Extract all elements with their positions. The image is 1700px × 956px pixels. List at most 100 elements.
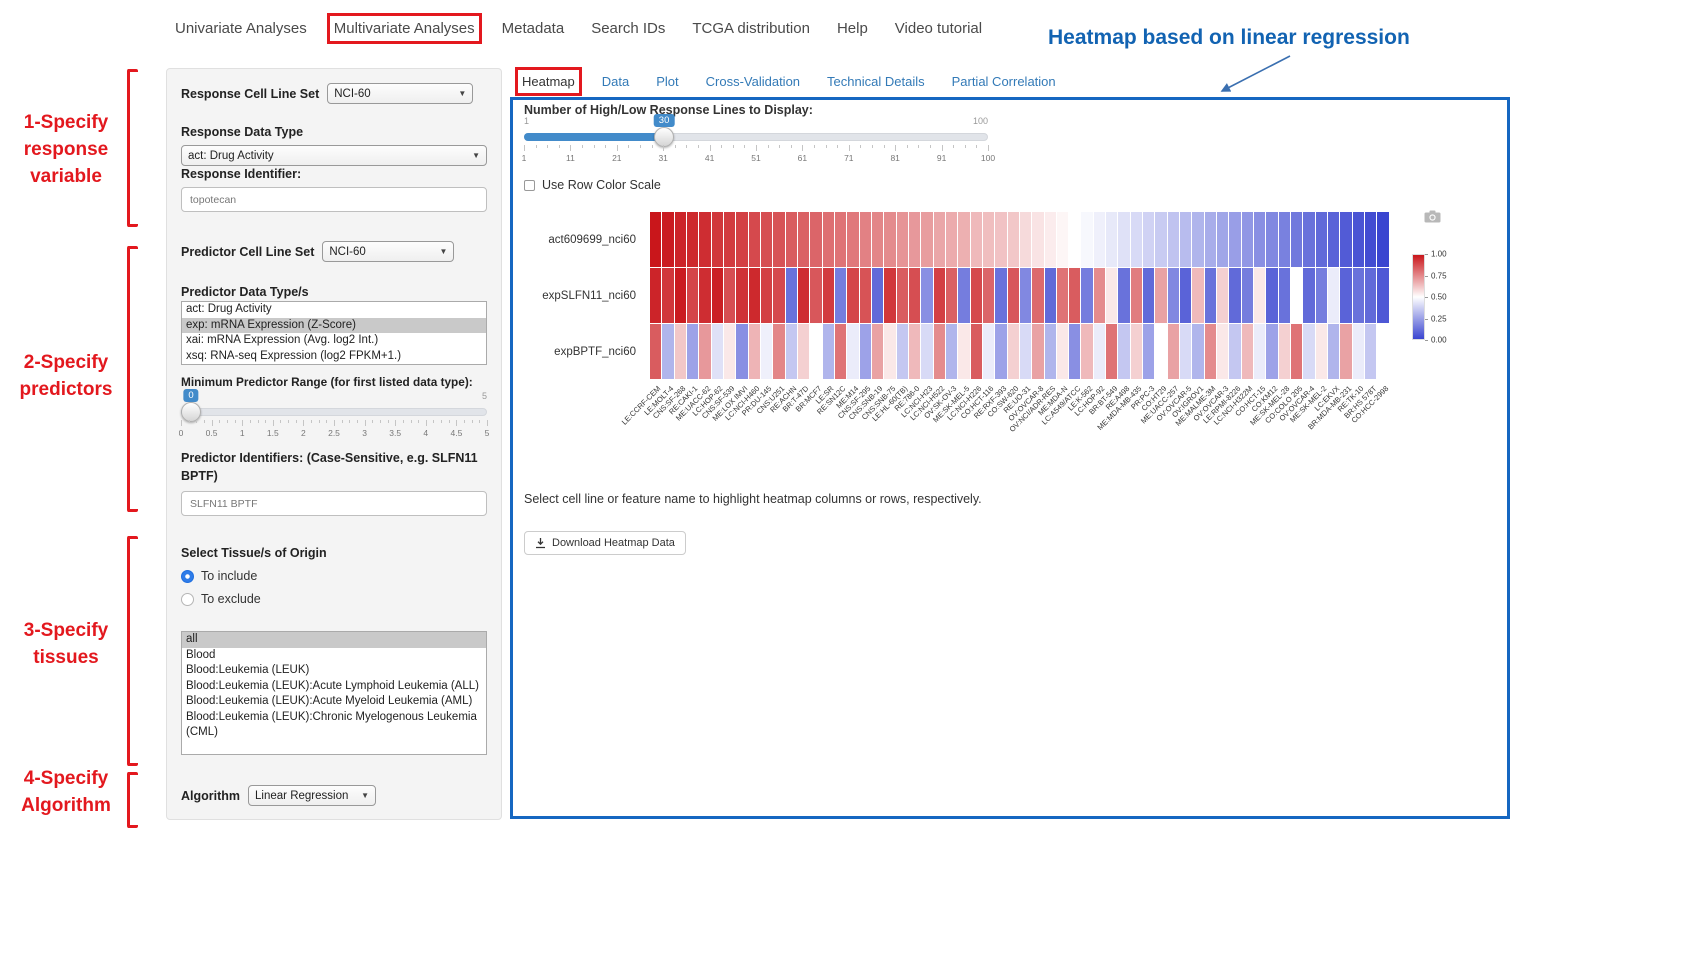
nav-item-tcga-distribution[interactable]: TCGA distribution xyxy=(692,20,810,37)
annotation-arrow xyxy=(1195,50,1305,100)
slider-tick xyxy=(479,420,480,423)
heatmap-cell xyxy=(798,324,809,379)
radio-label: To include xyxy=(201,569,257,583)
predictor-data-type-list[interactable]: act: Drug Activityexp: mRNA Expression (… xyxy=(181,301,487,365)
heatmap-cell xyxy=(736,212,747,267)
heatmap-cell xyxy=(773,212,784,267)
tab-plot[interactable]: Plot xyxy=(656,74,678,89)
algorithm-select[interactable]: Linear Regression ▼ xyxy=(248,785,376,806)
tissue-option[interactable]: all xyxy=(182,632,486,648)
heatmap-cell xyxy=(884,212,895,267)
slider-handle[interactable] xyxy=(654,127,674,147)
slider-tick-label: 4.5 xyxy=(450,428,462,438)
heatmap-row-label[interactable]: expSLFN11_nci60 xyxy=(498,268,644,324)
predictor-identifiers-input[interactable] xyxy=(181,491,487,516)
response-identifier-input[interactable] xyxy=(181,187,487,212)
heatmap-cell xyxy=(1279,268,1290,323)
heatmap-cell xyxy=(971,212,982,267)
heatmap-cell xyxy=(810,324,821,379)
radio-to-include[interactable] xyxy=(181,570,194,583)
slider-tick xyxy=(652,145,653,148)
heatmap-cell xyxy=(971,324,982,379)
response-data-type-select[interactable]: act: Drug Activity ▼ xyxy=(181,145,487,166)
heatmap-cell xyxy=(995,212,1006,267)
slider-tick xyxy=(357,420,358,423)
nav-item-video-tutorial[interactable]: Video tutorial xyxy=(895,20,982,37)
slider-tick xyxy=(219,420,220,423)
heatmap-cell xyxy=(983,268,994,323)
heatmap-cell xyxy=(909,212,920,267)
download-heatmap-data-button[interactable]: Download Heatmap Data xyxy=(524,531,686,555)
predictor-data-type-option[interactable]: xai: mRNA Expression (Avg. log2 Int.) xyxy=(182,333,486,349)
heatmap-cell xyxy=(1131,268,1142,323)
response-cell-line-set-select[interactable]: NCI-60 ▼ xyxy=(327,83,473,104)
predictor-cell-line-set-select[interactable]: NCI-60 ▼ xyxy=(322,241,454,262)
heatmap-cell xyxy=(1229,268,1240,323)
heatmap-cell xyxy=(921,212,932,267)
slider-track[interactable] xyxy=(181,408,487,416)
min-predictor-range-slider[interactable]: 5000.511.522.533.544.55 xyxy=(181,391,487,443)
heatmap-cell xyxy=(736,324,747,379)
heatmap-cell xyxy=(699,268,710,323)
colorbar-tick-label: 1.00 xyxy=(1431,250,1447,259)
nav-item-search-ids[interactable]: Search IDs xyxy=(591,20,665,37)
slider-tick xyxy=(721,145,722,148)
heatmap-cell xyxy=(1155,324,1166,379)
predictor-identifiers-label: Predictor Identifiers: (Case-Sensitive, … xyxy=(181,449,487,485)
predictor-data-type-option[interactable]: act: Drug Activity xyxy=(182,302,486,318)
heatmap-cell xyxy=(946,324,957,379)
slider-tick xyxy=(441,420,442,423)
row-color-scale-checkbox[interactable] xyxy=(524,180,535,191)
heatmap-cell xyxy=(1143,268,1154,323)
slider-tick-label: 81 xyxy=(890,153,899,163)
tissue-option[interactable]: Blood:Leukemia (LEUK) xyxy=(182,663,486,679)
heatmap-cell xyxy=(1353,268,1364,323)
slider-tick xyxy=(907,145,908,148)
camera-icon[interactable] xyxy=(1424,210,1441,228)
slider-handle[interactable] xyxy=(181,402,201,422)
tissue-origin-label: Select Tissue/s of Origin xyxy=(181,546,487,560)
predictor-data-type-option[interactable]: xsq: RNA-seq Expression (log2 FPKM+1.) xyxy=(182,349,486,365)
tab-heatmap[interactable]: Heatmap xyxy=(522,74,575,89)
heatmap-cell xyxy=(934,268,945,323)
heatmap-cell xyxy=(662,268,673,323)
slider-tick xyxy=(280,420,281,423)
heatmap-cell xyxy=(712,324,723,379)
heatmap-cell xyxy=(1168,324,1179,379)
lines-slider[interactable]: 1100301112131415161718191100 xyxy=(524,116,988,168)
slider-tick xyxy=(860,145,861,148)
tab-technical-details[interactable]: Technical Details xyxy=(827,74,925,89)
slider-tick-label: 61 xyxy=(798,153,807,163)
nav-item-help[interactable]: Help xyxy=(837,20,868,37)
heatmap-cell xyxy=(1094,268,1105,323)
heatmap-cell xyxy=(1180,212,1191,267)
heatmap-row-label[interactable]: act609699_nci60 xyxy=(498,212,644,268)
heatmap-cell xyxy=(736,268,747,323)
heatmap-cell xyxy=(934,212,945,267)
nav-item-multivariate-analyses[interactable]: Multivariate Analyses xyxy=(334,20,475,37)
tab-partial-correlation[interactable]: Partial Correlation xyxy=(952,74,1056,89)
tissue-option[interactable]: Blood:Leukemia (LEUK):Acute Myeloid Leuk… xyxy=(182,694,486,710)
colorbar-tick-label: 0.00 xyxy=(1431,336,1447,345)
annotation-step-3: 3-Specify tissues xyxy=(8,618,124,672)
heatmap-row-labels: act609699_nci60expSLFN11_nci60expBPTF_nc… xyxy=(498,212,644,380)
radio-to-exclude[interactable] xyxy=(181,593,194,606)
heatmap-cell xyxy=(761,268,772,323)
slider-tick xyxy=(227,420,228,423)
tissue-option[interactable]: Blood xyxy=(182,648,486,664)
nav-item-metadata[interactable]: Metadata xyxy=(502,20,565,37)
tissue-list[interactable]: allBloodBlood:Leukemia (LEUK)Blood:Leuke… xyxy=(181,631,487,755)
tab-cross-validation[interactable]: Cross-Validation xyxy=(706,74,800,89)
tissue-option[interactable]: Blood:Leukemia (LEUK):Chronic Myelogenou… xyxy=(182,710,486,741)
tab-data[interactable]: Data xyxy=(602,74,629,89)
heatmap-cell xyxy=(1192,324,1203,379)
nav-item-univariate-analyses[interactable]: Univariate Analyses xyxy=(175,20,307,37)
slider-tick xyxy=(426,420,427,426)
heatmap-cell xyxy=(1131,324,1142,379)
heatmap-cell xyxy=(1069,212,1080,267)
heatmap-cell xyxy=(1143,324,1154,379)
predictor-data-type-option[interactable]: exp: mRNA Expression (Z-Score) xyxy=(182,318,486,334)
tissue-option[interactable]: Blood:Leukemia (LEUK):Acute Lymphoid Leu… xyxy=(182,679,486,695)
heatmap-cell xyxy=(1340,268,1351,323)
heatmap-row-label[interactable]: expBPTF_nci60 xyxy=(498,324,644,380)
